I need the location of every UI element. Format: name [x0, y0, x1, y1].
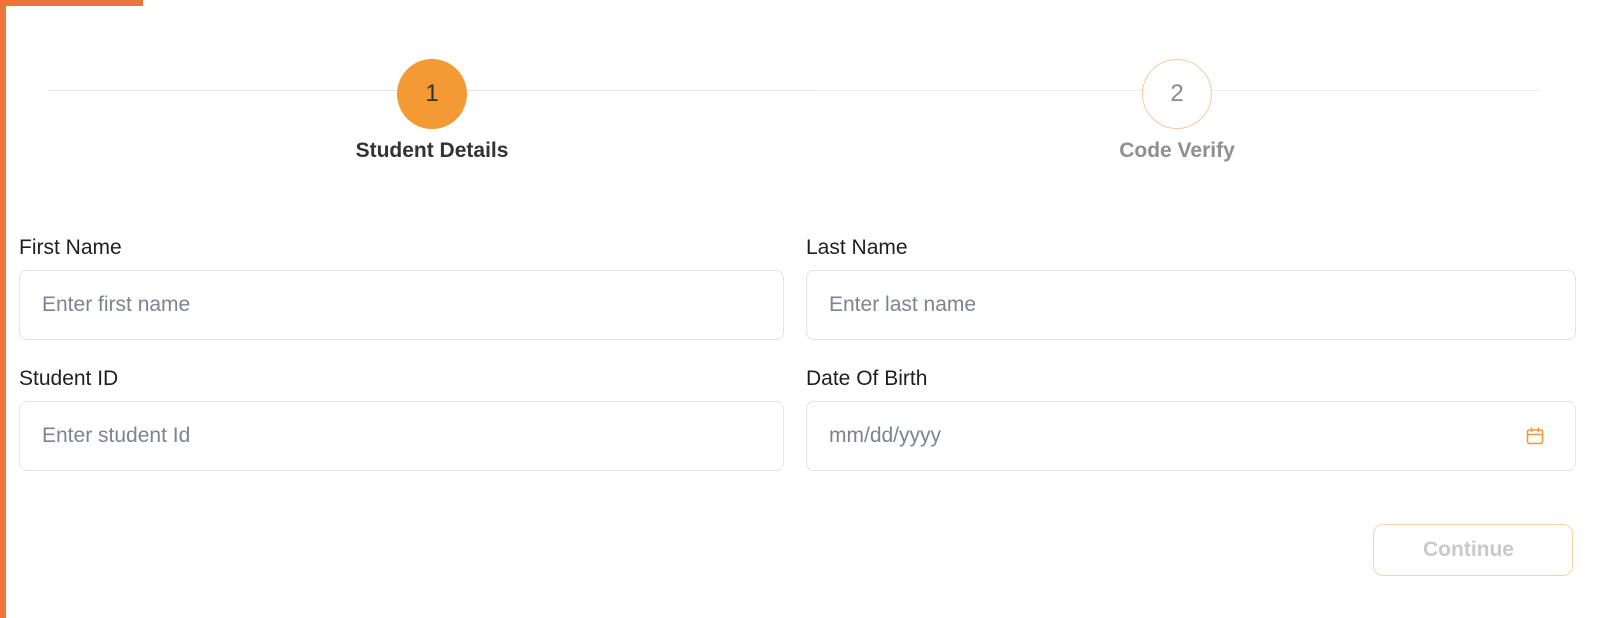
first-name-input[interactable]: [42, 271, 735, 339]
last-name-input[interactable]: [829, 271, 1527, 339]
date-of-birth-input[interactable]: [829, 402, 1527, 470]
continue-button[interactable]: Continue: [1373, 524, 1573, 576]
step-number-circle: 2: [1142, 59, 1212, 129]
step-label: Code Verify: [1119, 139, 1235, 162]
left-accent-bar: [0, 0, 6, 618]
date-of-birth-label: Date Of Birth: [806, 367, 928, 390]
step-student-details: 1 Student Details: [312, 59, 552, 163]
step-number-circle: 1: [397, 59, 467, 129]
step-label: Student Details: [355, 139, 509, 162]
top-accent-bar: [0, 0, 143, 6]
last-name-input-wrap: [806, 270, 1576, 340]
last-name-field: Last Name: [806, 235, 1576, 340]
first-name-field: First Name: [19, 235, 784, 340]
date-of-birth-field: Date Of Birth: [806, 366, 1576, 471]
calendar-icon[interactable]: [1525, 426, 1545, 446]
first-name-label: First Name: [19, 236, 122, 259]
student-id-input-wrap: [19, 401, 784, 471]
student-id-label: Student ID: [19, 367, 119, 390]
first-name-input-wrap: [19, 270, 784, 340]
student-id-input[interactable]: [42, 402, 735, 470]
student-id-field: Student ID: [19, 366, 784, 471]
date-of-birth-input-wrap: [806, 401, 1576, 471]
step-code-verify: 2 Code Verify: [1057, 59, 1297, 163]
last-name-label: Last Name: [806, 236, 908, 259]
